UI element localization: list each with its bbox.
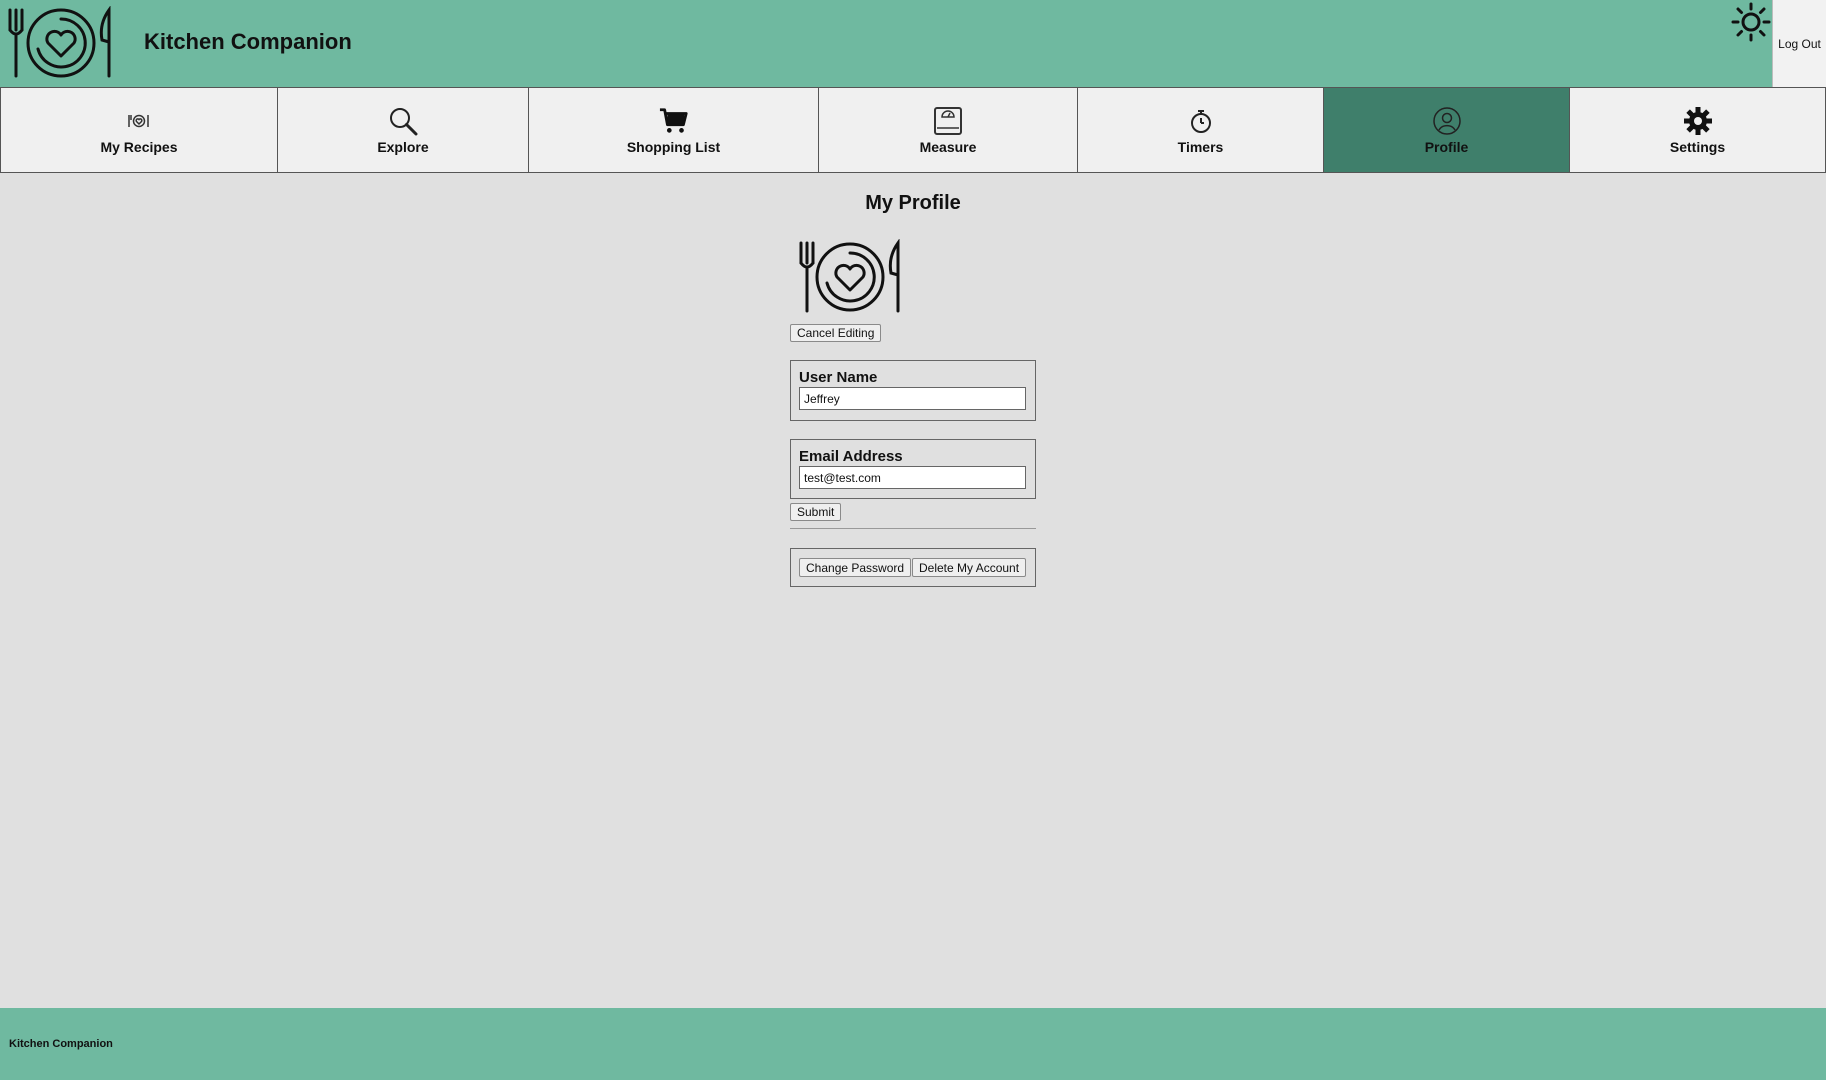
tab-my-recipes[interactable]: My Recipes bbox=[0, 87, 278, 173]
tab-label: Timers bbox=[1177, 138, 1224, 155]
tab-label: Profile bbox=[1424, 138, 1469, 155]
recipes-icon bbox=[124, 106, 154, 136]
email-field[interactable] bbox=[799, 466, 1026, 489]
stopwatch-icon bbox=[1186, 106, 1216, 136]
submit-button[interactable]: Submit bbox=[790, 503, 842, 521]
app-header: Kitchen Companion Log Out bbox=[0, 0, 1826, 87]
tab-shopping-list[interactable]: Shopping List bbox=[528, 87, 819, 173]
app-footer: Kitchen Companion bbox=[0, 1008, 1826, 1080]
plate-heart-cutlery-icon bbox=[8, 6, 111, 78]
email-group: Email Address bbox=[790, 439, 1036, 499]
main-nav: My Recipes Explore Shopping List Measure… bbox=[0, 87, 1826, 173]
cancel-editing-button[interactable]: Cancel Editing bbox=[790, 324, 882, 342]
username-label: User Name bbox=[799, 369, 878, 386]
tab-measure[interactable]: Measure bbox=[818, 87, 1078, 173]
tab-settings[interactable]: Settings bbox=[1569, 87, 1826, 173]
page-title: My Profile bbox=[865, 192, 961, 214]
email-label: Email Address bbox=[799, 448, 903, 465]
tab-explore[interactable]: Explore bbox=[277, 87, 529, 173]
username-field[interactable] bbox=[799, 387, 1026, 410]
tab-label: Settings bbox=[1669, 138, 1726, 155]
divider bbox=[790, 528, 1036, 529]
sun-icon[interactable] bbox=[1731, 2, 1771, 42]
search-icon bbox=[388, 106, 418, 136]
username-group: User Name bbox=[790, 360, 1036, 421]
cart-icon bbox=[659, 106, 689, 136]
tab-timers[interactable]: Timers bbox=[1077, 87, 1324, 173]
footer-text: Kitchen Companion bbox=[9, 1038, 113, 1050]
logout-button[interactable]: Log Out bbox=[1772, 0, 1826, 87]
tab-label: Measure bbox=[919, 138, 977, 155]
tab-label: Shopping List bbox=[626, 138, 721, 155]
app-title: Kitchen Companion bbox=[144, 29, 352, 54]
user-icon bbox=[1432, 106, 1462, 136]
plate-heart-cutlery-icon bbox=[799, 239, 900, 313]
tab-label: Explore bbox=[377, 138, 429, 155]
gear-icon bbox=[1683, 106, 1713, 136]
delete-account-button[interactable]: Delete My Account bbox=[912, 558, 1027, 577]
account-actions: Change Password Delete My Account bbox=[790, 548, 1036, 587]
tab-profile[interactable]: Profile bbox=[1323, 87, 1570, 173]
tab-label: My Recipes bbox=[100, 138, 178, 155]
scale-icon bbox=[933, 106, 963, 136]
change-password-button[interactable]: Change Password bbox=[799, 558, 912, 577]
